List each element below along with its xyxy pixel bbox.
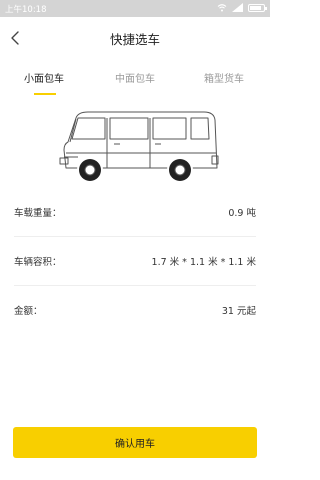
load-capacity-value: 0.9 吨 — [228, 208, 256, 219]
page-title: 快捷选车 — [109, 32, 160, 47]
cargo-volume-value: 1.7 米 * 1.1 米 * 1.1 米 — [151, 257, 256, 268]
tab-medium-van[interactable]: 中面包车 — [115, 70, 155, 85]
vehicle-type-tabs: 小面包车 中面包车 箱型货车 — [0, 70, 270, 98]
price-value: 31 元起 — [221, 306, 256, 317]
load-capacity-label: 车载重量： — [14, 208, 62, 219]
load-capacity-row: 车载重量： 0.9 吨 — [14, 188, 256, 237]
signal-icon — [232, 3, 243, 12]
wifi-icon — [217, 4, 227, 12]
status-bar: 上午10:18 — [0, 0, 270, 17]
tab-small-van[interactable]: 小面包车 — [24, 70, 64, 85]
confirm-vehicle-button[interactable]: 确认用车 — [13, 427, 257, 458]
price-row: 金额： 31 元起 — [14, 286, 256, 335]
active-tab-indicator — [34, 93, 56, 95]
status-time: 上午10:18 — [5, 5, 47, 15]
cargo-volume-label: 车辆容积： — [14, 257, 62, 268]
nav-bar: 快捷选车 — [0, 17, 270, 59]
status-icons — [217, 3, 267, 12]
cargo-volume-row: 车辆容积： 1.7 米 * 1.1 米 * 1.1 米 — [14, 237, 256, 286]
tab-box-truck[interactable]: 箱型货车 — [204, 70, 244, 85]
van-illustration — [59, 111, 219, 183]
price-label: 金额： — [14, 306, 43, 317]
battery-icon — [248, 3, 267, 12]
